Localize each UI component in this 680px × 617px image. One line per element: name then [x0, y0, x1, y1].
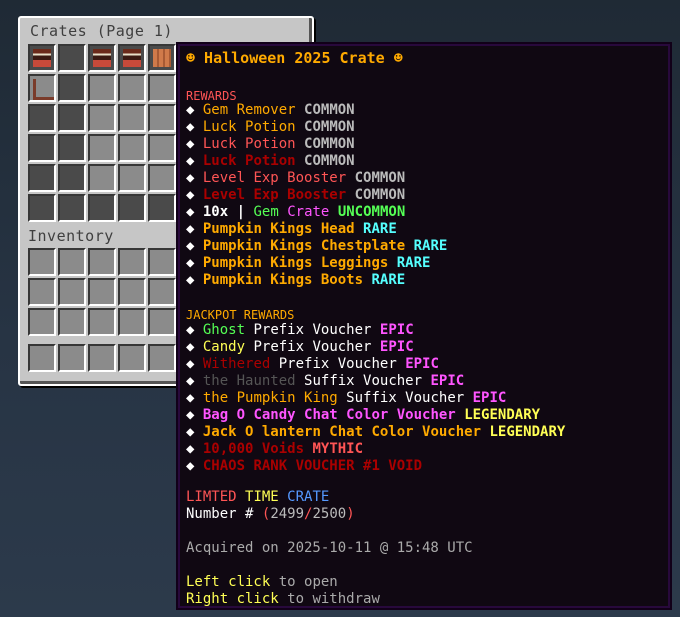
jackpot-line: ◆ the Pumpkin King Suffix Voucher EPIC: [186, 390, 507, 406]
crate-slot[interactable]: [28, 134, 56, 162]
reward-line: ◆ Luck Potion COMMON: [186, 119, 355, 135]
crate-slot[interactable]: [58, 164, 86, 192]
reward-line: ◆ Level Exp Booster COMMON: [186, 187, 406, 203]
crate-slot[interactable]: [28, 44, 56, 72]
crates-title: Crates (Page 1): [30, 22, 173, 40]
crate-slot[interactable]: [28, 194, 56, 222]
crate-slot[interactable]: [148, 194, 176, 222]
crate-slot[interactable]: [28, 74, 56, 102]
inventory-slot[interactable]: [88, 278, 116, 306]
reward-line: ◆ Luck Potion COMMON: [186, 153, 355, 169]
reward-line: ◆ Pumpkin Kings Chestplate RARE: [186, 238, 448, 254]
crate-slot[interactable]: [148, 74, 176, 102]
limited-line: LIMTED TIME CRATE: [186, 489, 330, 505]
crate-slot[interactable]: [88, 74, 116, 102]
reward-line: ◆ Pumpkin Kings Leggings RARE: [186, 255, 431, 271]
jackpot-line: ◆ Withered Prefix Voucher EPIC: [186, 356, 439, 372]
crate-slot[interactable]: [118, 104, 146, 132]
crate-slot[interactable]: [148, 44, 176, 72]
crate-slot[interactable]: [118, 194, 146, 222]
crate-item-icon: [123, 49, 141, 67]
inventory-slot[interactable]: [88, 344, 116, 372]
reward-line: ◆ Gem Remover COMMON: [186, 102, 355, 118]
jackpot-line: ◆ Jack O lantern Chat Color Voucher LEGE…: [186, 424, 566, 440]
crate-slot[interactable]: [58, 134, 86, 162]
crate-item-icon: [33, 49, 51, 67]
crate-slot[interactable]: [88, 104, 116, 132]
inventory-slot[interactable]: [88, 308, 116, 336]
left-click-hint: Left click to open: [186, 574, 338, 590]
crate-slot[interactable]: [118, 164, 146, 192]
acquired-line: Acquired on 2025-10-11 @ 15:48 UTC: [186, 540, 473, 556]
inventory-slot[interactable]: [118, 248, 146, 276]
number-line: Number # (2499/2500): [186, 506, 355, 522]
crate-tooltip: ☻ Halloween 2025 Crate ☻ REWARDS ◆ Gem R…: [176, 42, 672, 610]
jackpot-line: ◆ Ghost Prefix Voucher EPIC: [186, 322, 414, 338]
crate-slot[interactable]: [118, 134, 146, 162]
inventory-slot[interactable]: [28, 278, 56, 306]
reward-line: ◆ 10x | Gem Crate UNCOMMON: [186, 204, 406, 220]
crate-slot[interactable]: [88, 164, 116, 192]
reward-line: ◆ Pumpkin Kings Head RARE: [186, 221, 397, 237]
reward-line: ◆ Level Exp Booster COMMON: [186, 170, 406, 186]
inventory-slot[interactable]: [88, 248, 116, 276]
reward-line: ◆ Luck Potion COMMON: [186, 136, 355, 152]
crate-slot[interactable]: [58, 194, 86, 222]
crate-slot[interactable]: [28, 164, 56, 192]
pumpkin-crate-icon: [153, 49, 171, 67]
inventory-slot[interactable]: [28, 308, 56, 336]
inventory-slot[interactable]: [58, 278, 86, 306]
crate-slot[interactable]: [148, 164, 176, 192]
crate-slot[interactable]: [118, 44, 146, 72]
tooltip-title: ☻ Halloween 2025 Crate ☻: [186, 49, 403, 67]
crate-slot[interactable]: [148, 134, 176, 162]
crate-slot[interactable]: [58, 104, 86, 132]
inventory-slot[interactable]: [118, 278, 146, 306]
crate-slot[interactable]: [88, 44, 116, 72]
inventory-slot[interactable]: [148, 278, 176, 306]
inventory-slot[interactable]: [148, 248, 176, 276]
inventory-slot[interactable]: [148, 344, 176, 372]
jackpot-line: ◆ Bag O Candy Chat Color Voucher LEGENDA…: [186, 407, 541, 423]
tripwire-hook-icon: [33, 79, 54, 100]
crate-slot[interactable]: [58, 74, 86, 102]
inventory-title: Inventory: [28, 227, 114, 245]
inventory-slot[interactable]: [118, 308, 146, 336]
crate-item-icon: [93, 49, 111, 67]
crate-slot[interactable]: [118, 74, 146, 102]
inventory-slot[interactable]: [148, 308, 176, 336]
inventory-slot[interactable]: [58, 248, 86, 276]
crate-slot[interactable]: [58, 44, 86, 72]
inventory-slot[interactable]: [118, 344, 146, 372]
reward-line: ◆ Pumpkin Kings Boots RARE: [186, 272, 406, 288]
jackpot-line: ◆ Candy Prefix Voucher EPIC: [186, 339, 414, 355]
inventory-slot[interactable]: [28, 248, 56, 276]
right-click-hint: Right click to withdraw: [186, 591, 380, 607]
inventory-slot[interactable]: [28, 344, 56, 372]
jackpot-line: ◆ 10,000 Voids MYTHIC: [186, 441, 364, 457]
inventory-slot[interactable]: [58, 308, 86, 336]
jackpot-line: ◆ CHAOS RANK VOUCHER #1 VOID: [186, 458, 423, 474]
jackpot-line: ◆ the Haunted Suffix Voucher EPIC: [186, 373, 465, 389]
crate-slot[interactable]: [88, 194, 116, 222]
crate-slot[interactable]: [148, 104, 176, 132]
crate-slot[interactable]: [28, 104, 56, 132]
crate-slot[interactable]: [88, 134, 116, 162]
inventory-slot[interactable]: [58, 344, 86, 372]
